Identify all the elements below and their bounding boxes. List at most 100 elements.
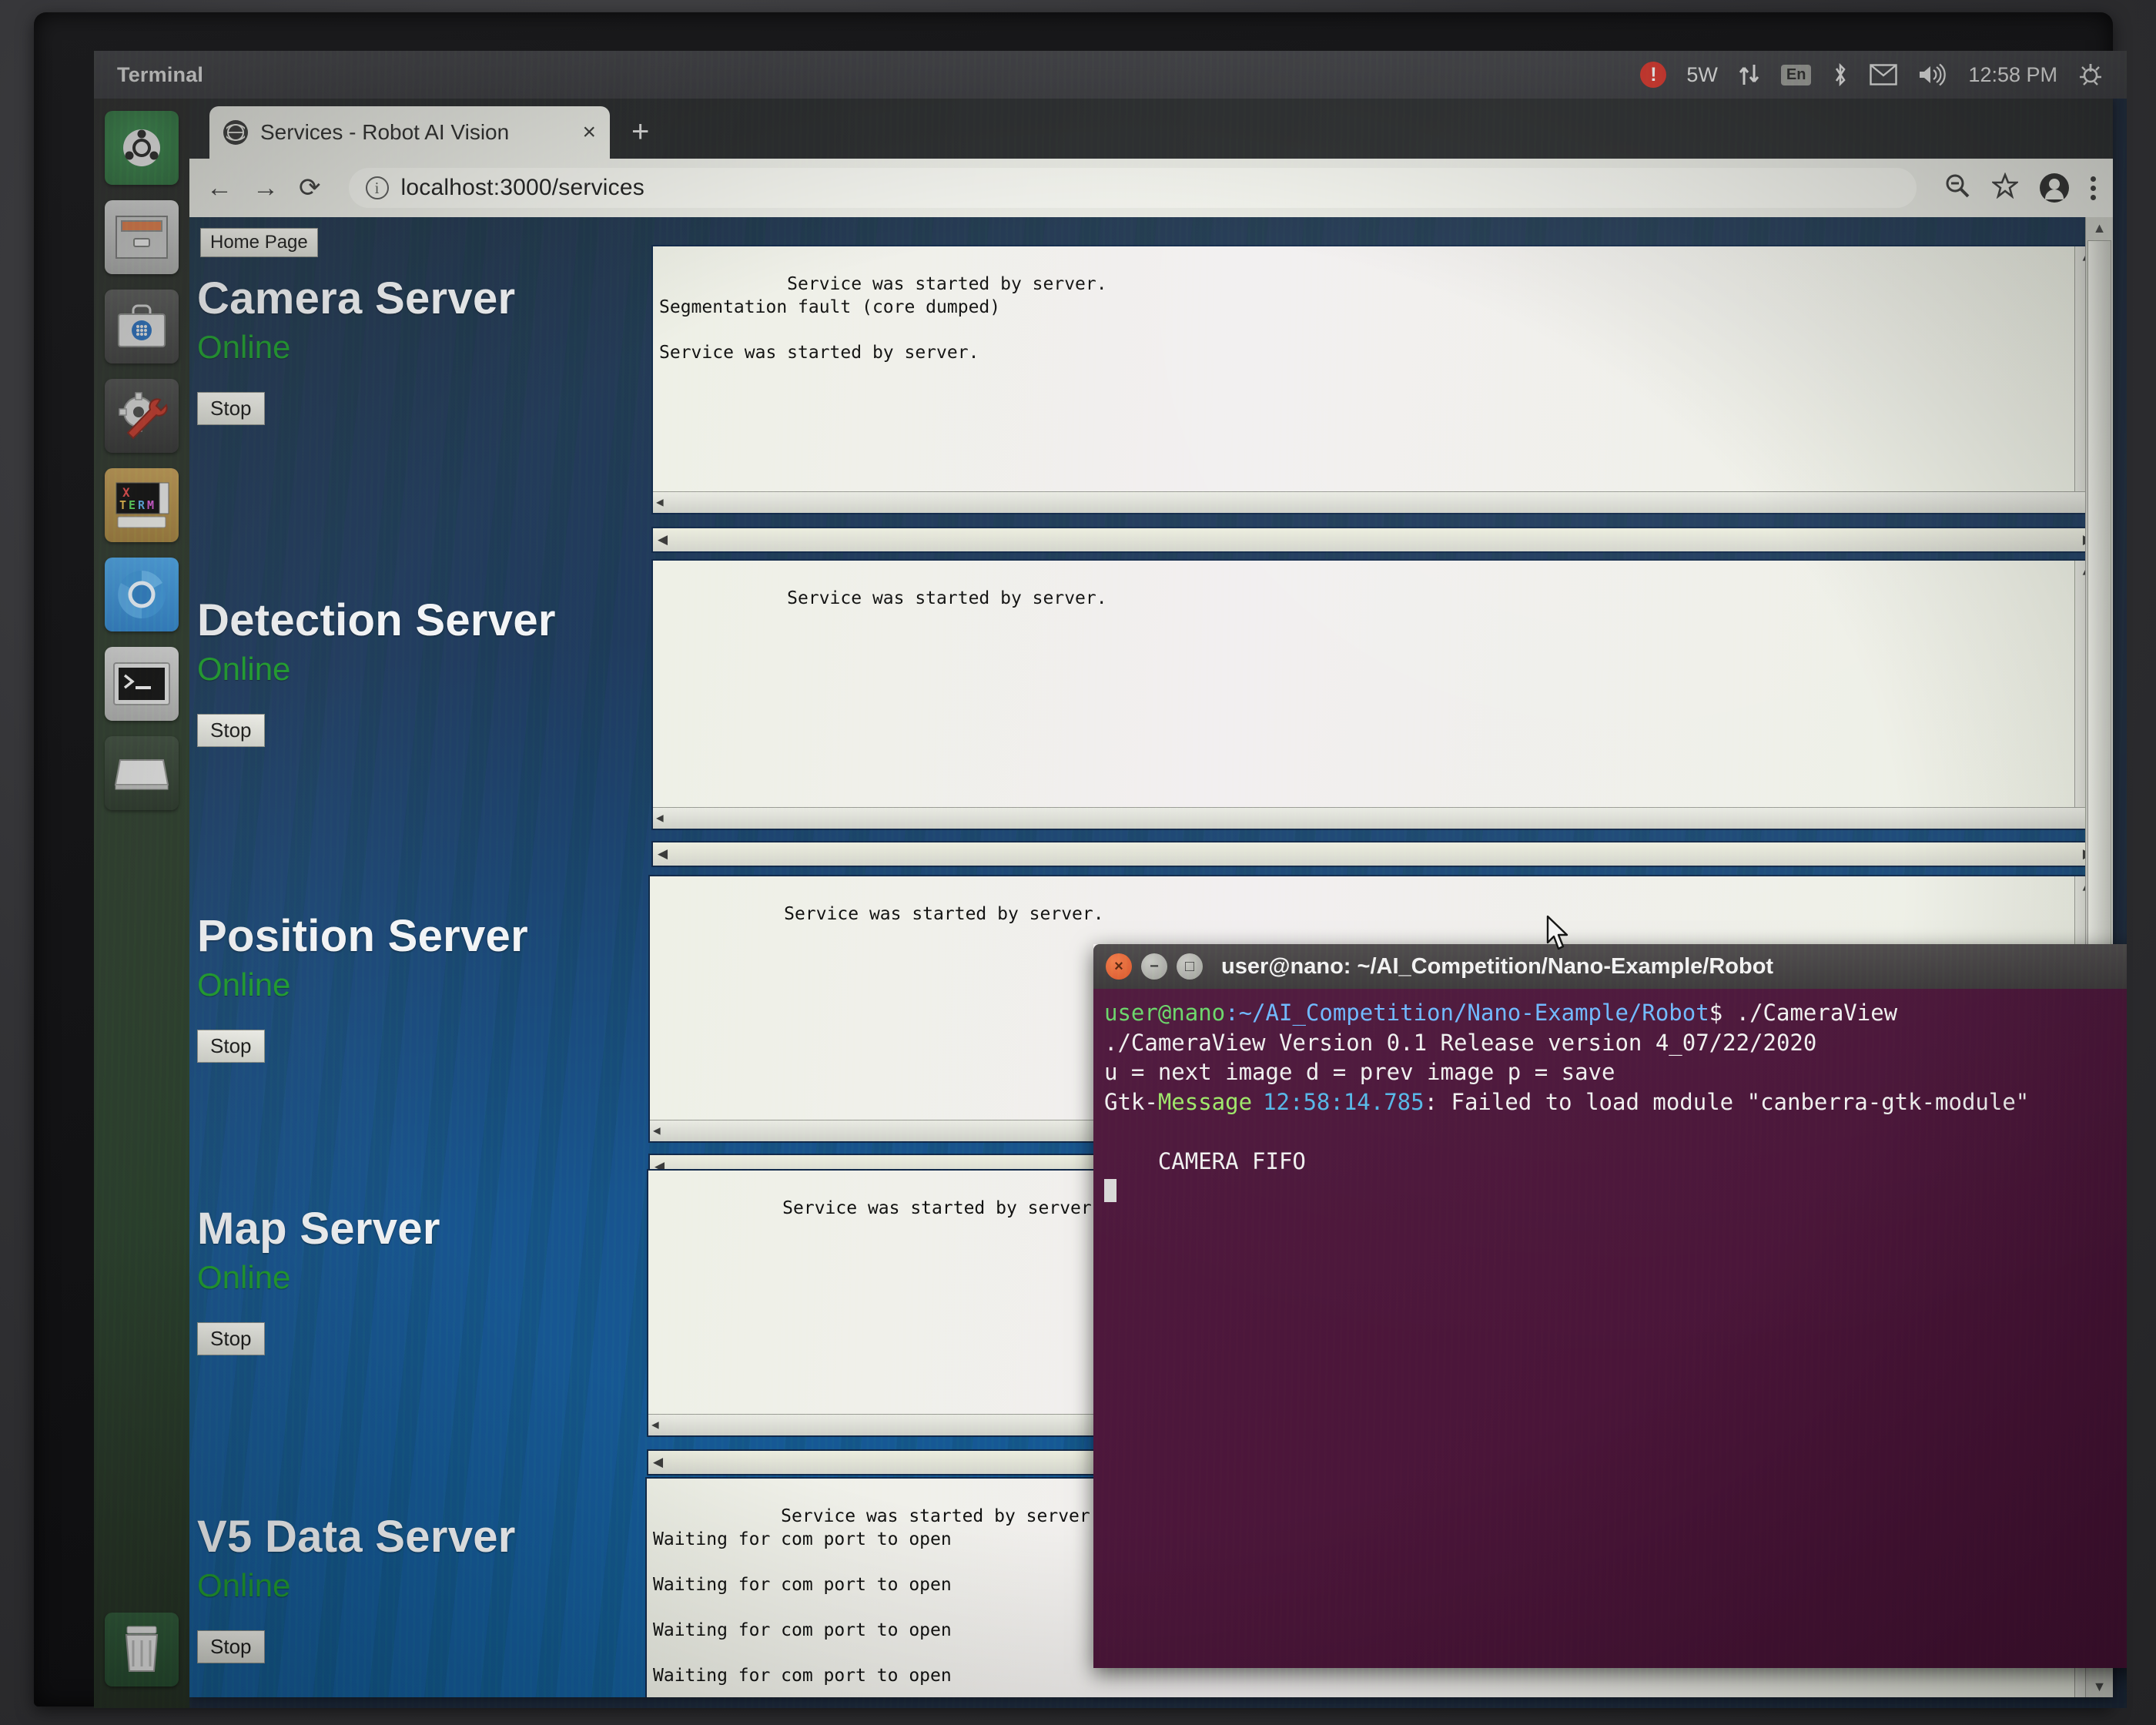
page-scroll-down-arrow[interactable]: ▼	[2086, 1676, 2113, 1697]
browser-toolbar: ← → ⟳ i localhost:3000/services	[189, 159, 2113, 217]
power-gear-icon[interactable]	[2077, 62, 2104, 88]
stop-button[interactable]: Stop	[197, 1322, 265, 1355]
service-log-detection-server[interactable]: Service was started by server. ▲ ▼ ◀ ▶	[651, 559, 2099, 830]
service-block-camera-server: Camera Server Online Stop	[197, 273, 659, 425]
toolbar-actions	[1944, 172, 2096, 203]
terminal-icon	[113, 662, 170, 705]
scroll-left-arrow[interactable]: ◀	[656, 810, 664, 826]
network-up-down-icon[interactable]	[1738, 62, 1761, 88]
gear-wrench-icon	[119, 392, 168, 440]
launcher-item-files[interactable]	[105, 200, 179, 274]
window-close-button[interactable]: ×	[1106, 953, 1132, 980]
home-page-button[interactable]: Home Page	[200, 228, 318, 257]
globe-icon	[223, 120, 248, 145]
service-title: Position Server	[197, 911, 528, 961]
log-text: Service was started by server. Segmentat…	[659, 274, 1107, 363]
stop-button[interactable]: Stop	[197, 1630, 265, 1663]
back-button[interactable]: ←	[206, 175, 233, 201]
gtk-tag: Gtk-	[1104, 1088, 1158, 1115]
launcher-item-terminal[interactable]	[105, 647, 179, 721]
window-maximize-button[interactable]: □	[1177, 953, 1203, 980]
scroll-left-arrow[interactable]: ◀	[653, 1455, 663, 1470]
clock[interactable]: 12:58 PM	[1968, 63, 2057, 87]
panel-hscroll-detection[interactable]: ◀ ▶	[651, 841, 2099, 867]
trash-icon	[125, 1626, 159, 1672]
terminal-command: ./CameraView	[1722, 1000, 1898, 1026]
ubuntu-icon	[123, 129, 160, 166]
app-menu-title[interactable]: Terminal	[117, 63, 203, 87]
service-status: Online	[197, 1259, 291, 1295]
window-minimize-button[interactable]: −	[1141, 953, 1167, 980]
scroll-left-arrow[interactable]: ◀	[658, 846, 668, 862]
gtk-timestamp: 12:58:14.785	[1263, 1088, 1424, 1115]
service-block-v5-data-server: V5 Data Server Online Stop	[197, 1511, 659, 1663]
ubuntu-top-panel: Terminal ! 5W En 12:58 PM	[94, 51, 2127, 99]
prompt-path: :~/AI_Competition/Nano-Example/Robot	[1225, 1000, 1709, 1026]
power-draw-label: 5W	[1686, 62, 1718, 86]
volume-icon[interactable]	[1917, 63, 1948, 86]
unity-launcher: X T E R M	[94, 99, 189, 1708]
log-text: Service was started by server.	[782, 1198, 1103, 1219]
forward-button[interactable]: →	[253, 175, 279, 201]
terminal-line-version: ./CameraView Version 0.1 Release version…	[1104, 1029, 1817, 1056]
stop-button[interactable]: Stop	[197, 1030, 265, 1063]
launcher-item-xterm[interactable]: X T E R M	[105, 468, 179, 542]
launcher-item-ubuntu-dash[interactable]	[105, 111, 179, 185]
three-dot-menu-icon[interactable]	[2091, 176, 2096, 200]
scroll-left-arrow[interactable]: ◀	[658, 532, 668, 548]
bookmark-star-icon[interactable]	[1990, 172, 2020, 203]
terminal-title: user@nano: ~/AI_Competition/Nano-Example…	[1221, 953, 1774, 979]
log-horizontal-scrollbar[interactable]: ◀ ▶	[653, 491, 2097, 513]
terminal-output[interactable]: user@nano:~/AI_Competition/Nano-Example/…	[1093, 989, 2127, 1668]
log-text: Service was started by server.	[784, 904, 1104, 925]
scroll-left-arrow[interactable]: ◀	[653, 1123, 661, 1138]
profile-avatar-icon[interactable]	[2040, 173, 2069, 203]
scroll-left-arrow[interactable]: ◀	[656, 494, 664, 510]
stop-button[interactable]: Stop	[197, 392, 265, 425]
page-scroll-up-arrow[interactable]: ▲	[2086, 217, 2113, 239]
site-info-icon[interactable]: i	[365, 176, 389, 199]
service-status: Online	[197, 329, 291, 365]
gtk-message-label: Message	[1157, 1088, 1253, 1115]
service-status: Online	[197, 651, 291, 687]
new-tab-button[interactable]: +	[631, 115, 649, 149]
log-horizontal-scrollbar[interactable]: ◀ ▶	[653, 807, 2097, 829]
terminal-title-bar[interactable]: × − □ user@nano: ~/AI_Competition/Nano-E…	[1093, 944, 2127, 989]
svg-text:R: R	[138, 498, 146, 512]
launcher-item-chromium[interactable]	[105, 558, 179, 631]
zoom-out-icon[interactable]	[1944, 172, 1970, 203]
launcher-item-software-center[interactable]	[105, 290, 179, 363]
service-title: Detection Server	[197, 595, 556, 645]
screen: Terminal ! 5W En 12:58 PM X T E R M Serv…	[94, 51, 2127, 1708]
terminal-line-keys: u = next image d = prev image p = save	[1104, 1059, 1615, 1086]
tab-close-icon[interactable]: ×	[582, 119, 596, 146]
terminal-window[interactable]: × − □ user@nano: ~/AI_Competition/Nano-E…	[1093, 944, 2127, 1668]
alert-icon[interactable]: !	[1640, 62, 1667, 88]
keyboard-layout-icon[interactable]: En	[1780, 64, 1812, 85]
stop-button[interactable]: Stop	[197, 714, 265, 747]
gtk-message-text: : Failed to load module "canberra-gtk-mo…	[1424, 1088, 2030, 1115]
mail-icon[interactable]	[1870, 64, 1898, 85]
service-title: Camera Server	[197, 273, 516, 323]
service-block-position-server: Position Server Online Stop	[197, 910, 659, 1063]
camera-fifo-line: CAMERA FIFO	[1104, 1147, 1306, 1174]
service-log-camera-server[interactable]: Service was started by server. Segmentat…	[651, 245, 2099, 514]
address-bar[interactable]: i localhost:3000/services	[348, 168, 1917, 208]
service-block-map-server: Map Server Online Stop	[197, 1203, 659, 1355]
system-tray: ! 5W En 12:58 PM	[1640, 62, 2104, 88]
chromium-icon	[118, 571, 166, 618]
scroll-left-arrow[interactable]: ◀	[651, 1417, 659, 1432]
bluetooth-icon[interactable]	[1831, 62, 1850, 88]
service-title: V5 Data Server	[197, 1512, 516, 1562]
tab-strip: Services - Robot AI Vision × +	[189, 99, 2113, 159]
log-text: Service was started by server. Waiting f…	[653, 1506, 1101, 1686]
file-cabinet-icon	[116, 216, 168, 259]
url-text: localhost:3000/services	[400, 175, 644, 200]
launcher-item-system-settings[interactable]	[105, 379, 179, 453]
log-text: Service was started by server.	[787, 588, 1107, 609]
panel-hscroll-camera[interactable]: ◀ ▶	[651, 527, 2099, 553]
launcher-item-trash[interactable]	[105, 1613, 179, 1686]
launcher-item-disk-drive[interactable]	[105, 736, 179, 810]
reload-button[interactable]: ⟳	[299, 175, 321, 201]
tab-services-robot-ai-vision[interactable]: Services - Robot AI Vision ×	[209, 106, 610, 159]
